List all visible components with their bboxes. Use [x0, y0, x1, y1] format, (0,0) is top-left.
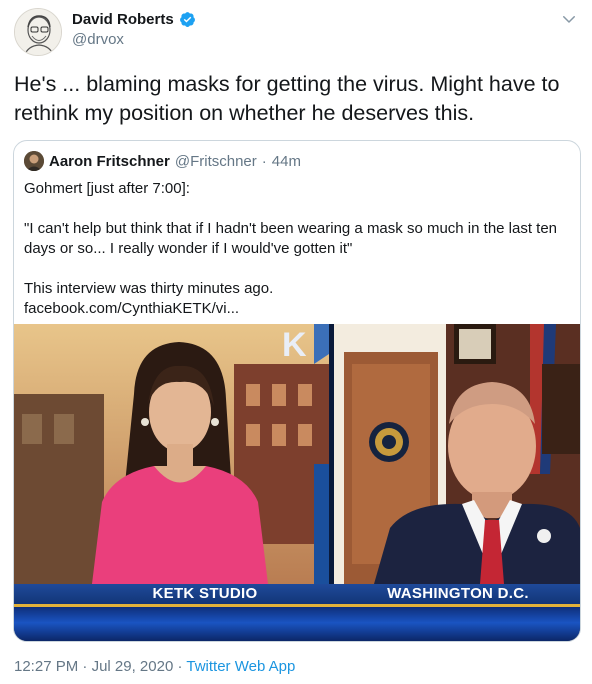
- studio-sign-letter: K: [282, 326, 307, 364]
- author-handle[interactable]: @drvox: [72, 31, 124, 48]
- quoted-display-name[interactable]: Aaron Fritschner: [49, 153, 170, 170]
- washington-panel-image: [334, 324, 580, 584]
- quoted-text: Gohmert [just after 7:00]: "I can't help…: [24, 179, 569, 319]
- studio-floor-graphic: [14, 607, 580, 641]
- quoted-header: Aaron Fritschner @Fritschner · 44m: [24, 151, 301, 171]
- meta-separator-2: ·: [177, 658, 183, 675]
- tweet-source-app[interactable]: Twitter Web App: [186, 658, 295, 675]
- quoted-avatar-image: [24, 151, 44, 171]
- tweet-text: He's ... blaming masks for getting the v…: [14, 72, 560, 125]
- author-display-name[interactable]: David Roberts: [72, 11, 174, 28]
- chevron-down-icon[interactable]: [560, 10, 578, 28]
- avatar-sketch-image: [15, 9, 61, 55]
- quoted-tweet-card[interactable]: Aaron Fritschner @Fritschner · 44m Gohme…: [13, 140, 581, 642]
- quoted-timestamp[interactable]: 44m: [272, 153, 301, 170]
- washington-label: WASHINGTON D.C.: [387, 585, 529, 602]
- quoted-separator: ·: [261, 152, 267, 170]
- quoted-line-heading: Gohmert [just after 7:00]:: [24, 180, 190, 197]
- author-avatar[interactable]: [14, 8, 62, 56]
- studio-panel-image: K: [14, 324, 329, 584]
- quoted-handle[interactable]: @Fritschner: [175, 153, 257, 170]
- quoted-line-note: This interview was thirty minutes ago.: [24, 280, 274, 297]
- tweet-meta: 12:27 PM · Jul 29, 2020 · Twitter Web Ap…: [14, 658, 295, 675]
- quoted-avatar[interactable]: [24, 151, 44, 171]
- quoted-line-quote: "I can't help but think that if I hadn't…: [24, 220, 558, 257]
- quoted-link[interactable]: facebook.com/CynthiaKETK/vi...: [24, 299, 569, 319]
- ketk-studio-label: KETK STUDIO: [152, 585, 258, 602]
- tweet-date[interactable]: Jul 29, 2020: [92, 658, 174, 675]
- verified-badge-icon: [179, 12, 195, 27]
- tweet-time[interactable]: 12:27 PM: [14, 658, 78, 675]
- video-thumbnail[interactable]: K KETK STUDIO WASHINGTON D.C.: [14, 324, 580, 641]
- author-name-row[interactable]: David Roberts: [72, 11, 196, 28]
- meta-separator-1: ·: [82, 658, 88, 675]
